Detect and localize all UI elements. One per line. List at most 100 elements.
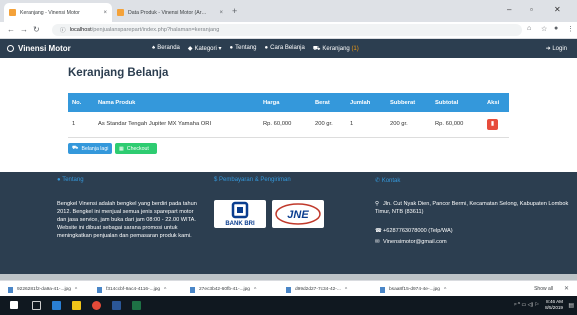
heading-label: Pembayaran & Pengiriman (219, 177, 291, 183)
bank-bri-logo: BANK BRI (214, 200, 266, 228)
heading-label: Kontak (381, 178, 401, 184)
info-icon: ● (57, 177, 61, 183)
menu-dots-icon[interactable]: ⋮ (567, 25, 574, 33)
footer-heading-kontak: ✆ Kontak (375, 177, 400, 184)
download-item[interactable]: 9226281f2-da9a-41-...jpg ^ (8, 285, 77, 294)
phone-icon: ✆ (375, 178, 381, 184)
close-icon[interactable]: ✕ (564, 285, 569, 292)
download-filename: f314ccbf-9ac4-4116-...jpg (106, 287, 161, 292)
cell-subberat: 200 gr. (386, 112, 431, 138)
bri-logo-graphic: BANK BRI (225, 201, 255, 227)
window-close-icon[interactable]: ✕ (554, 5, 561, 14)
button-label: Checkout (126, 145, 149, 152)
notification-icon[interactable]: ▤ (568, 302, 574, 309)
edge-browser-icon[interactable] (52, 301, 61, 310)
login-link[interactable]: ➜ Login (546, 45, 567, 52)
col-aksi: Aksi (487, 99, 500, 106)
tab-title: Keranjang - Vinensi Motor (20, 9, 80, 16)
cell-jumlah: 1 (346, 112, 386, 138)
show-all-downloads-link[interactable]: Show all (534, 286, 553, 292)
col-nama-produk: Nama Produk (98, 99, 136, 106)
profile-icon[interactable]: ● (554, 25, 558, 32)
browser-tab-strip: Keranjang - Vinensi Motor × Data Produk … (0, 0, 577, 22)
cell-aksi: ▮ (483, 112, 509, 138)
download-item[interactable]: 27ec3b42-60fb-41-...jpg ^ (190, 285, 256, 294)
maximize-icon[interactable]: ▫ (530, 5, 533, 14)
taskbar-clock[interactable]: 8:46 AM 8/5/2019 (545, 299, 563, 311)
new-tab-icon[interactable]: + (232, 6, 237, 16)
word-icon[interactable] (112, 301, 121, 310)
address-bar[interactable]: ⓘ localhost/penjualansparepart/index.php… (52, 24, 522, 36)
chevron-up-icon[interactable]: ^ (164, 287, 166, 293)
site-favicon-icon (9, 9, 16, 16)
file-icon (97, 286, 102, 293)
home-icon: ♠ (152, 45, 156, 51)
email-text: Vinensimotor@gmail.com (383, 239, 447, 245)
system-tray-icons[interactable]: ᵖ ^ ▭ ◁) ⚐ (514, 302, 539, 308)
jne-logo: JNE (272, 200, 324, 228)
minimize-icon[interactable]: – (507, 5, 511, 14)
download-filename: 27ec3b42-60fb-41-...jpg (199, 287, 250, 292)
col-subberat: Subberat (390, 99, 416, 106)
checkout-button[interactable]: ▦ Checkout (115, 143, 157, 154)
belanja-lagi-button[interactable]: ⛟ Belanja lagi (68, 143, 112, 154)
close-tab-icon[interactable]: × (103, 10, 107, 16)
chrome-icon[interactable] (92, 301, 101, 310)
reload-icon[interactable]: ↻ (33, 25, 40, 34)
contact-address: ⚲ Jln. Cut Nyak Dien, Pancor Bermi, Kecam… (375, 200, 575, 216)
contact-email[interactable]: ✉ Vinensimotor@gmail.com (375, 238, 447, 246)
main-menu: ♠ Beranda ◆ Kategori ▾ ● Tentang ● Cara Bela… (152, 45, 359, 53)
tag-icon: ◆ (187, 46, 193, 52)
url-host: localhost (69, 27, 92, 33)
page-title: Keranjang Belanja (68, 67, 169, 79)
browser-tab-keranjang[interactable]: Keranjang - Vinensi Motor × (4, 3, 112, 22)
delete-trash-icon[interactable]: ▮ (487, 118, 498, 130)
download-item[interactable]: bsaa8f15-d974-4e-...jpg ^ (380, 285, 446, 294)
cart-table: No. Nama Produk Harga Berat Jumlah Subbe… (68, 93, 509, 138)
browser-toolbar: ← → ↻ ⓘ localhost/penjualansparepart/ind… (0, 22, 577, 39)
nav-kategori[interactable]: ◆ Kategori ▾ (188, 45, 222, 53)
phone-text: +6287763078000 (Telp/WA) (383, 228, 453, 234)
cell-subtotal: Rp. 60,000 (431, 112, 483, 138)
footer-heading-tentang: ● Tentang (57, 177, 84, 183)
nav-beranda[interactable]: ♠ Beranda (152, 45, 180, 53)
brand-name: Vinensi Motor (18, 44, 71, 53)
chevron-up-icon[interactable]: ^ (75, 287, 77, 293)
chevron-up-icon[interactable]: ^ (444, 287, 446, 293)
col-harga: Harga (263, 99, 280, 106)
file-explorer-icon[interactable] (72, 301, 81, 310)
windows-start-icon[interactable] (10, 301, 18, 309)
nav-tentang[interactable]: ● Tentang (230, 45, 257, 53)
browser-tab-data-produk[interactable]: Data Produk - Vinensi Motor (Ar… × (112, 3, 228, 22)
cart-icon: ⛟ (72, 145, 79, 151)
download-item[interactable]: f314ccbf-9ac4-4116-...jpg ^ (97, 285, 166, 294)
back-icon[interactable]: ← (7, 25, 15, 34)
site-footer: ● Tentang Bengkel Vinensi adalah bengkel… (0, 172, 577, 274)
cell-harga: Rp. 60,000 (259, 112, 311, 138)
brand-logo[interactable]: Vinensi Motor (7, 44, 71, 53)
download-item[interactable]: d99d2d27-7c34-42-... ^ (286, 285, 347, 294)
chevron-down-icon: ▾ (218, 46, 222, 52)
nav-keranjang[interactable]: ⛟ Keranjang (1) (313, 45, 359, 53)
chevron-up-icon[interactable]: ^ (345, 287, 347, 293)
task-view-icon[interactable] (32, 301, 41, 310)
bookmark-star-icon[interactable]: ☆ (541, 25, 547, 33)
col-berat: Berat (315, 99, 330, 106)
forward-icon[interactable]: → (20, 25, 28, 34)
checkout-icon: ▦ (119, 145, 124, 152)
table-row: 1 As Standar Tengah Jupiter MX Yamaha OR… (68, 112, 509, 138)
url-path: /penjualansparepart/index.php?halaman=ke… (91, 27, 220, 33)
file-icon (380, 286, 385, 293)
excel-icon[interactable] (132, 301, 141, 310)
file-icon (8, 286, 13, 293)
col-no: No. (72, 99, 82, 106)
chevron-up-icon[interactable]: ^ (254, 287, 256, 293)
nav-label: Keranjang (322, 46, 350, 52)
translate-icon[interactable]: ⌂ (527, 25, 531, 32)
file-icon (286, 286, 291, 293)
windows-taskbar: ᵖ ^ ▭ ◁) ⚐ 8:46 AM 8/5/2019 ▤ (0, 296, 577, 315)
table-header-row: No. Nama Produk Harga Berat Jumlah Subbe… (68, 93, 509, 112)
close-tab-icon[interactable]: × (219, 10, 223, 16)
clock-date: 8/5/2019 (545, 305, 563, 310)
nav-cara-belanja[interactable]: ● Cara Belanja (265, 45, 305, 53)
